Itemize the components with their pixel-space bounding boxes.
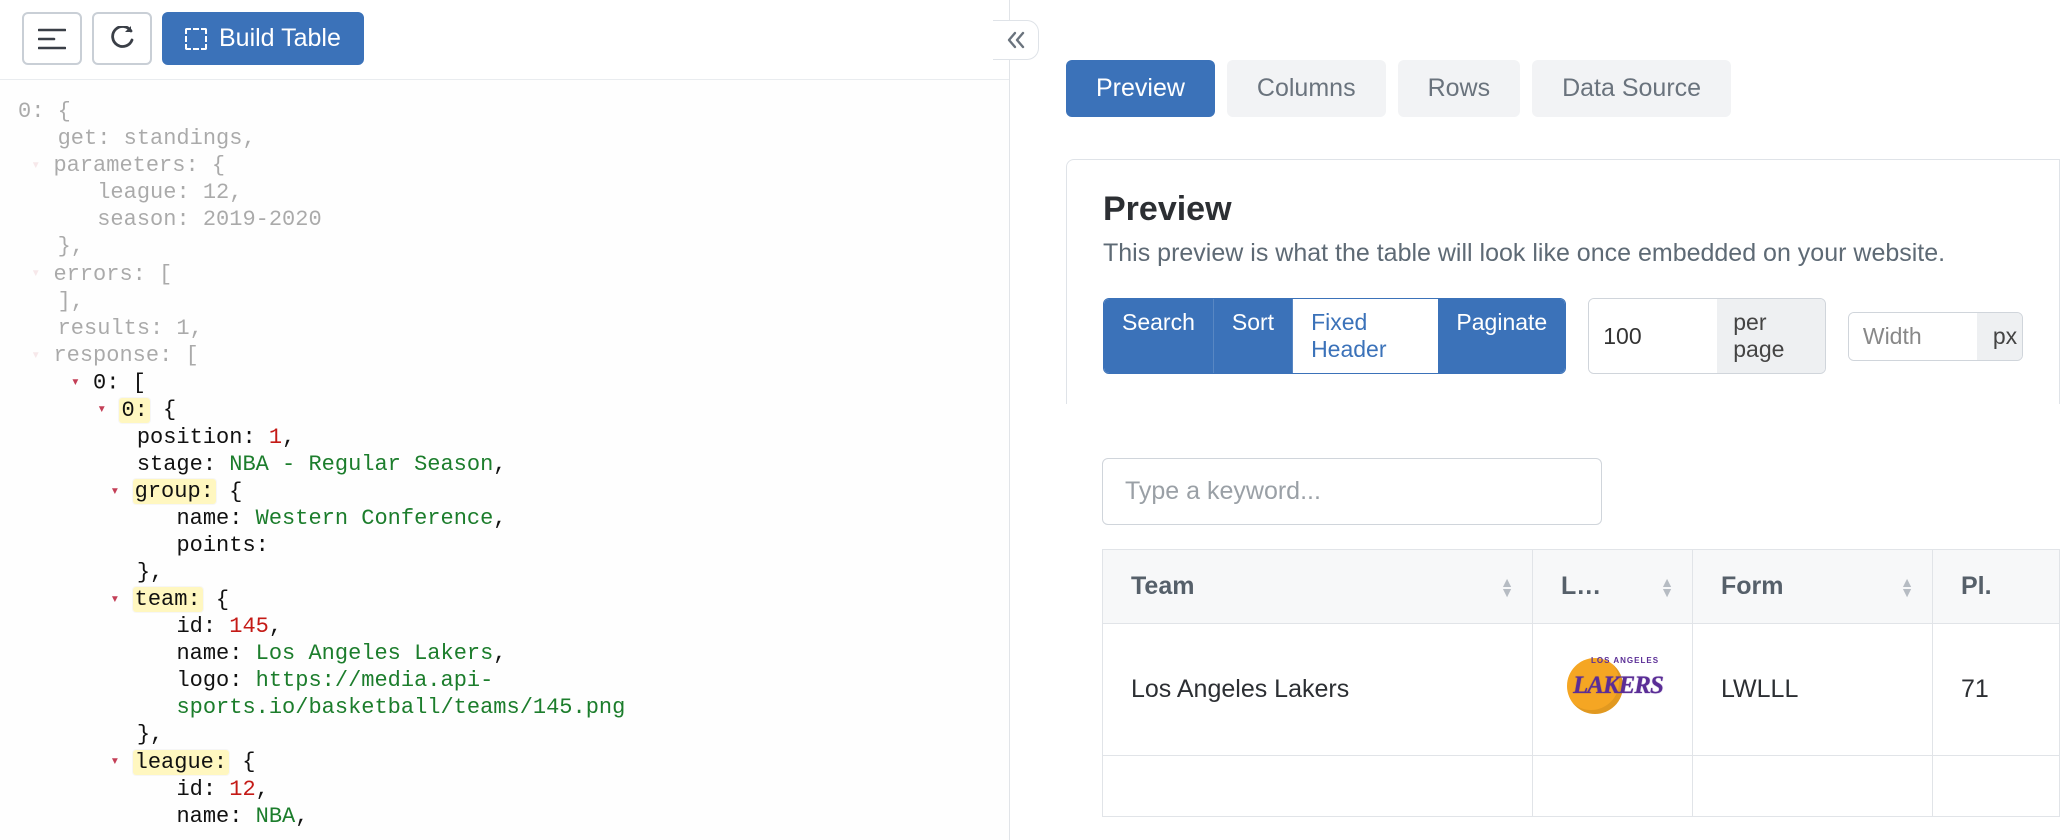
code-token: Los Angeles Lakers <box>256 641 494 666</box>
width-unit-label: px <box>1977 313 2023 360</box>
code-token: sports.io/basketball/teams/145.png <box>176 695 625 720</box>
table-row: Los Angeles Lakers LOS ANGELES LAKERS LW… <box>1103 624 2060 756</box>
width-input[interactable] <box>1849 313 1977 360</box>
sort-icon: ▲▼ <box>1660 577 1674 597</box>
format-code-button[interactable] <box>22 12 82 65</box>
code-token: 12 <box>229 777 255 802</box>
column-header-plays[interactable]: Pl. <box>1933 550 2060 624</box>
per-page-label: per page <box>1717 299 1825 373</box>
sort-icon: ▲▼ <box>1900 577 1914 597</box>
table-search-input[interactable] <box>1102 458 1602 525</box>
cell-team: Los Angeles Lakers <box>1103 624 1533 756</box>
cell-plays: 71 <box>1933 624 2060 756</box>
preview-card: Preview This preview is what the table w… <box>1066 159 2060 404</box>
per-page-input[interactable] <box>1589 299 1717 373</box>
code-token: NBA - Regular Season <box>229 452 493 477</box>
tab-preview[interactable]: Preview <box>1066 60 1215 117</box>
build-table-button[interactable]: Build Table <box>162 12 364 65</box>
code-token: stage: <box>137 452 216 477</box>
preview-title: Preview <box>1103 190 2023 229</box>
code-token: 1 <box>269 425 282 450</box>
column-header-team[interactable]: Team ▲▼ <box>1103 550 1533 624</box>
per-page-group: per page <box>1588 298 1826 374</box>
feature-toggle-group: Search Sort Fixed Header Paginate <box>1103 298 1566 374</box>
toggle-search[interactable]: Search <box>1104 299 1214 373</box>
code-token: name: <box>176 506 242 531</box>
table-icon <box>185 28 207 50</box>
cell-form: LWLLL <box>1693 624 1933 756</box>
code-highlight: league: <box>133 750 229 775</box>
align-left-icon <box>38 28 66 50</box>
preview-table: Team ▲▼ L… ▲▼ Form ▲▼ Pl. <box>1102 549 2060 817</box>
code-highlight: group: <box>133 479 216 504</box>
code-highlight: 0: <box>119 398 149 423</box>
preview-description: This preview is what the table will look… <box>1103 239 2023 268</box>
tab-label: Data Source <box>1562 74 1701 102</box>
width-group: px <box>1848 312 2023 361</box>
code-viewer[interactable]: 0: { get: standings, ▾ parameters: { lea… <box>0 80 1009 840</box>
table-row <box>1103 756 2060 817</box>
code-token: Western Conference <box>256 506 494 531</box>
build-table-label: Build Table <box>219 24 341 53</box>
cell-logo: LOS ANGELES LAKERS <box>1533 624 1693 756</box>
code-token: 0 <box>93 370 106 395</box>
code-token: name: <box>176 804 242 829</box>
toggle-fixed-header[interactable]: Fixed Header <box>1293 299 1438 373</box>
collapse-panel-button[interactable] <box>993 20 1039 60</box>
toggle-sort[interactable]: Sort <box>1214 299 1293 373</box>
refresh-button[interactable] <box>92 12 152 65</box>
code-token: 145 <box>229 614 269 639</box>
code-token: id: <box>176 614 216 639</box>
lakers-logo-icon: LOS ANGELES LAKERS <box>1561 654 1665 718</box>
chevrons-left-icon <box>1006 31 1026 49</box>
refresh-icon <box>109 26 135 52</box>
code-token: https://media.api- <box>256 668 494 693</box>
code-token: logo: <box>176 668 242 693</box>
tab-data-source[interactable]: Data Source <box>1532 60 1731 117</box>
code-token: id: <box>176 777 216 802</box>
code-token: points: <box>176 533 268 558</box>
tab-label: Rows <box>1428 74 1491 102</box>
sort-icon: ▲▼ <box>1500 577 1514 597</box>
code-highlight: team: <box>133 587 203 612</box>
code-token: name: <box>176 641 242 666</box>
tab-rows[interactable]: Rows <box>1398 60 1521 117</box>
tab-label: Columns <box>1257 74 1356 102</box>
tab-columns[interactable]: Columns <box>1227 60 1386 117</box>
column-header-form[interactable]: Form ▲▼ <box>1693 550 1933 624</box>
code-token: NBA <box>256 804 296 829</box>
code-token: position: <box>137 425 256 450</box>
column-header-logo[interactable]: L… ▲▼ <box>1533 550 1693 624</box>
toggle-paginate[interactable]: Paginate <box>1438 299 1565 373</box>
tab-label: Preview <box>1096 74 1185 102</box>
